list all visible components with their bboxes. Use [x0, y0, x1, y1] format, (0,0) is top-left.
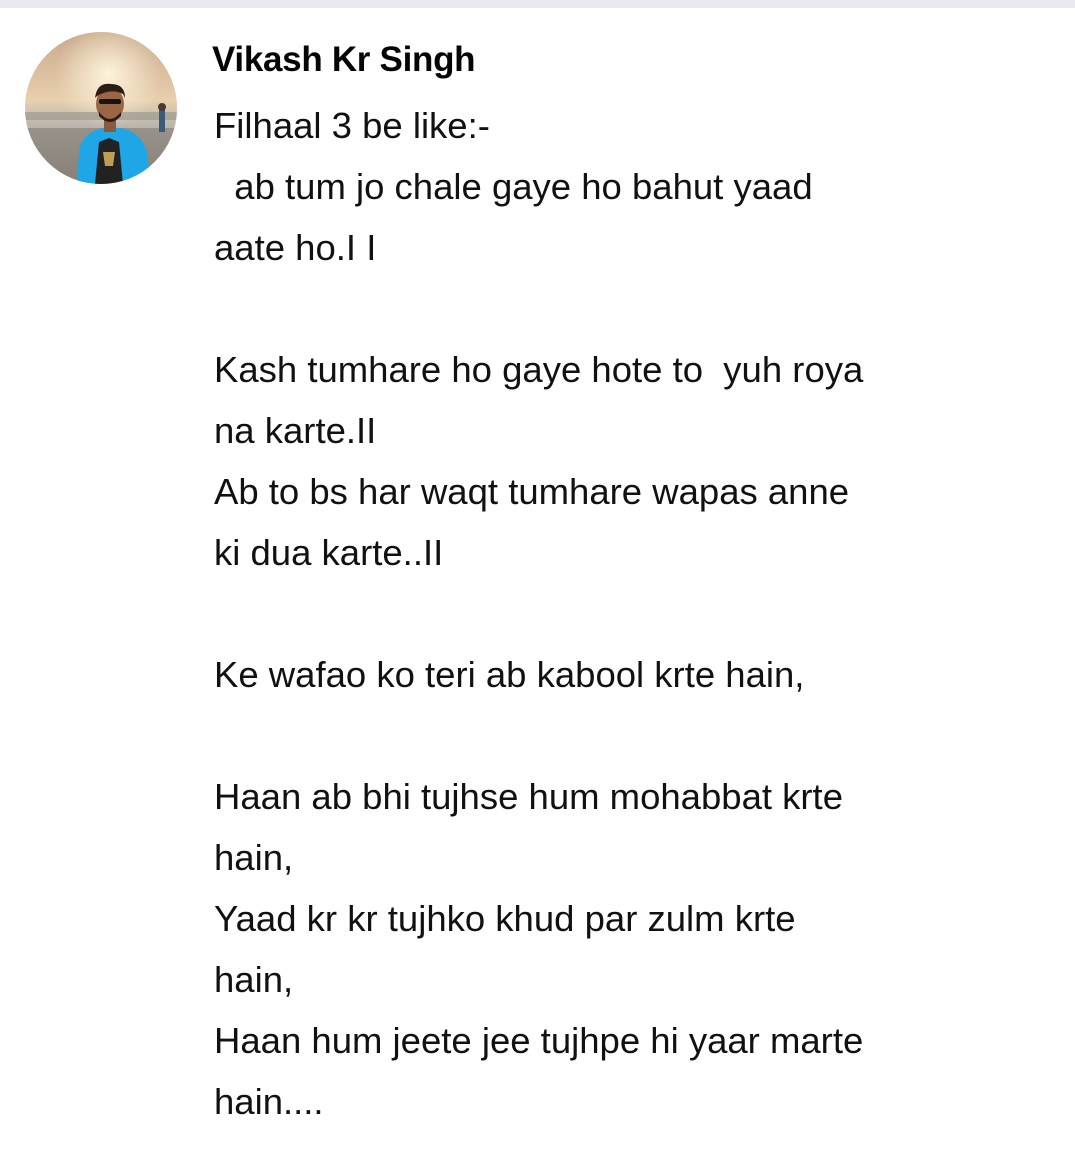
comment-line: hain, [214, 837, 294, 878]
comment-line: Ke wafao ko teri ab kabool krte hain, [214, 654, 805, 695]
comment-line: Haan hum jeete jee tujhpe hi yaar marte [214, 1020, 864, 1061]
author-name[interactable]: Vikash Kr Singh [212, 40, 476, 80]
profile-photo-icon [25, 32, 177, 184]
comment-line: Ab to bs har waqt tumhare wapas anne [214, 471, 850, 512]
comment-line: hain.... [214, 1081, 324, 1122]
comment-line: Haan ab bhi tujhse hum mohabbat krte [214, 776, 844, 817]
avatar[interactable] [25, 32, 177, 184]
comment-line: hain, [214, 959, 294, 1000]
comment-line: Filhaal 3 be like:- [214, 105, 490, 146]
comment-line: Kash tumhare ho gaye hote to yuh roya [214, 349, 864, 390]
comment-text: Filhaal 3 be like:- ab tum jo chale gaye… [214, 95, 1044, 1132]
comment-line: ab tum jo chale gaye ho bahut yaad [214, 166, 813, 207]
comment-line: Yaad kr kr tujhko khud par zulm krte [214, 898, 796, 939]
comment-line: ki dua karte..II [214, 532, 444, 573]
comment-card: Vikash Kr Singh Filhaal 3 be like:- ab t… [0, 0, 1075, 1173]
comment-line: aate ho.I I [214, 227, 377, 268]
comment-line: na karte.II [214, 410, 377, 451]
